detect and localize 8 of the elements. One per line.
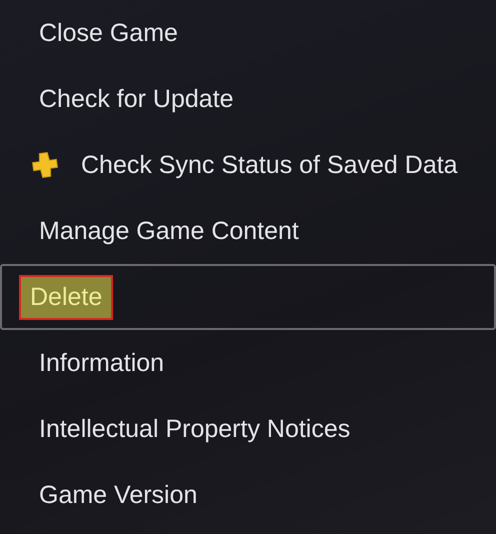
menu-item[interactable]: Game Version [0, 462, 496, 528]
menu-item[interactable]: Manage Game Content [0, 198, 496, 264]
menu-item[interactable]: Intellectual Property Notices [0, 396, 496, 462]
plus-icon [30, 150, 60, 180]
menu-item[interactable]: Close Game [0, 0, 496, 66]
menu-item[interactable]: Check Sync Status of Saved Data [0, 132, 496, 198]
menu-item[interactable]: Check for Update [0, 66, 496, 132]
menu-item[interactable]: Information [0, 330, 496, 396]
